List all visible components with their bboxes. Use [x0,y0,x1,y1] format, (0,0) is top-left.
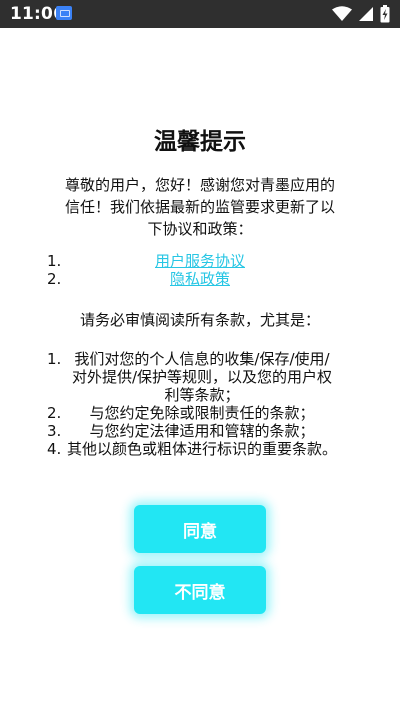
policy-link-row: 2. 隐私政策 [47,270,353,288]
signal-icon [358,6,374,22]
policy-link-row: 1. 用户服务协议 [47,252,353,270]
term-number: 3. [47,422,62,440]
status-icons [332,5,390,23]
agree-button[interactable]: 同意 [134,505,266,553]
term-number: 2. [47,404,62,422]
term-text: 与您约定免除或限制责任的条款； [89,404,315,422]
intro-text: 尊敬的用户，您好！感谢您对青墨应用的信任！我们依据最新的监管要求更新了以下协议和… [64,176,335,238]
term-number: 1. [47,350,62,368]
privacy-policy-link[interactable]: 隐私政策 [47,270,353,288]
term-item: 1. 我们对您的个人信息的收集/保存/使用/对外提供/保护等规则，以及您的用户权… [47,350,357,404]
term-item: 3. 与您约定法律适用和管辖的条款； [47,422,357,440]
notification-icon [56,6,72,20]
term-text: 我们对您的个人信息的收集/保存/使用/对外提供/保护等规则，以及您的用户权利等条… [71,350,333,404]
policy-links: 1. 用户服务协议 2. 隐私政策 [47,252,353,288]
wifi-icon [332,6,352,22]
user-agreement-link[interactable]: 用户服务协议 [47,252,353,270]
battery-charging-icon [380,5,390,23]
term-item: 4. 其他以颜色或粗体进行标识的重要条款。 [47,440,357,458]
term-text: 其他以颜色或粗体进行标识的重要条款。 [67,440,338,458]
terms-list: 1. 我们对您的个人信息的收集/保存/使用/对外提供/保护等规则，以及您的用户权… [47,350,357,458]
term-text: 与您约定法律适用和管辖的条款； [89,422,315,440]
dialog-title: 温馨提示 [154,129,246,155]
term-item: 2. 与您约定免除或限制责任的条款； [47,404,357,422]
term-number: 4. [47,440,62,458]
notice-text: 请务必审慎阅读所有条款，尤其是： [79,311,320,329]
status-bar: 11:06 [0,0,400,28]
disagree-button[interactable]: 不同意 [134,566,266,614]
